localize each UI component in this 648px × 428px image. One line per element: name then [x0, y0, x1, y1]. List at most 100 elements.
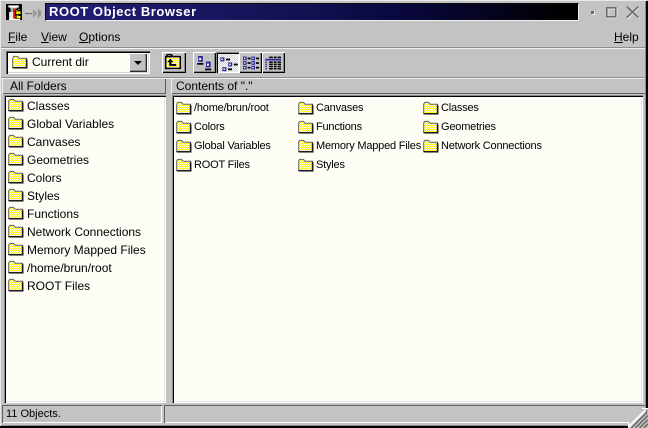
root-object-browser-window: ROOT Object Browser File View Options He… [0, 0, 648, 428]
folder-icon [176, 120, 192, 134]
folder-icon [423, 101, 439, 115]
menu-view[interactable]: View [41, 28, 67, 46]
directory-combobox-value: Current dir [32, 55, 89, 70]
menu-options[interactable]: Options [79, 28, 120, 46]
tree-item[interactable]: ROOT Files [8, 279, 90, 293]
folder-icon [8, 116, 24, 130]
tree-item[interactable]: /home/brun/root [8, 261, 112, 275]
tree-item[interactable]: Styles [8, 189, 60, 203]
tree-item[interactable]: Memory Mapped Files [8, 243, 146, 257]
tree-item-label: Functions [27, 207, 79, 221]
statusbar-section [164, 405, 646, 423]
list-item[interactable]: Network Connections [423, 139, 542, 153]
folder-icon [8, 224, 24, 238]
folder-icon [12, 55, 28, 69]
combobox-dropdown-button[interactable] [129, 53, 147, 72]
folder-icon [298, 139, 314, 153]
list-view-button[interactable] [239, 52, 262, 73]
list-item[interactable]: Geometries [423, 120, 496, 134]
tree-item-label: ROOT Files [27, 279, 90, 293]
list-item[interactable]: Global Variables [176, 139, 271, 153]
statusbar-objects: 11 Objects. [2, 405, 162, 423]
list-item-label: Classes [441, 101, 479, 115]
list-item-label: Global Variables [194, 139, 271, 153]
folder-icon [298, 101, 314, 115]
folder-icon [298, 158, 314, 172]
statusbar-text: 11 Objects. [6, 408, 61, 420]
left-panel-title: All Folders [10, 79, 67, 93]
tree-item-label: Canvases [27, 135, 80, 149]
small-icons-icon [216, 52, 239, 73]
list-item[interactable]: Functions [298, 120, 362, 134]
tree-item-label: Network Connections [27, 225, 141, 239]
folder-icon [8, 206, 24, 220]
tree-item-label: /home/brun/root [27, 261, 112, 275]
menu-help[interactable]: Help [614, 28, 639, 46]
list-item[interactable]: Memory Mapped Files [298, 139, 421, 153]
resize-grip[interactable] [628, 408, 648, 428]
minimize-dot-icon[interactable] [591, 11, 594, 14]
list-item[interactable]: ROOT Files [176, 158, 250, 172]
close-x-icon[interactable] [625, 5, 641, 20]
list-item-label: Memory Mapped Files [316, 139, 421, 153]
chevron-down-icon [134, 61, 142, 65]
folder-icon [176, 139, 192, 153]
small-icons-button[interactable] [216, 52, 239, 73]
list-item[interactable]: /home/brun/root [176, 101, 269, 115]
list-item[interactable]: Colors [176, 120, 225, 134]
right-panel-title: Contents of "." [176, 79, 253, 93]
large-icons-icon [193, 52, 216, 73]
list-item[interactable]: Canvases [298, 101, 363, 115]
folder-icon [176, 101, 192, 115]
folder-icon [298, 120, 314, 134]
tree-item[interactable]: Functions [8, 207, 79, 221]
list-item-label: Network Connections [441, 139, 542, 153]
list-item-label: ROOT Files [194, 158, 250, 172]
tree-item-label: Classes [27, 99, 70, 113]
folder-icon [8, 98, 24, 112]
folder-icon [8, 278, 24, 292]
maximize-square-icon[interactable] [605, 6, 619, 20]
folder-icon [8, 170, 24, 184]
tree-item-label: Global Variables [27, 117, 114, 131]
list-item-label: /home/brun/root [194, 101, 269, 115]
list-item-label: Functions [316, 120, 362, 134]
tree-item[interactable]: Classes [8, 99, 70, 113]
window-title: ROOT Object Browser [49, 4, 197, 20]
window-edge [0, 0, 1, 427]
tree-item-label: Memory Mapped Files [27, 243, 146, 257]
folder-icon [8, 188, 24, 202]
folder-icon [8, 152, 24, 166]
folders-tree: Classes Global Variables Canvases Geomet… [4, 95, 166, 403]
folder-icon [423, 139, 439, 153]
directory-combobox[interactable]: Current dir [6, 51, 150, 74]
tree-item-label: Geometries [27, 153, 89, 167]
tree-item[interactable]: Canvases [8, 135, 80, 149]
toolbar: Current dir [0, 48, 648, 77]
large-icons-button[interactable] [193, 52, 216, 73]
tree-item[interactable]: Global Variables [8, 117, 114, 131]
titlebar-band[interactable]: ROOT Object Browser [45, 3, 579, 21]
pushpin-icon[interactable] [25, 7, 41, 19]
list-item-label: Colors [194, 120, 225, 134]
list-view-icon [239, 52, 262, 73]
up-one-level-button[interactable] [162, 52, 186, 73]
menu-file[interactable]: File [8, 28, 27, 46]
root-browser-icon [6, 4, 22, 20]
window-edge [0, 0, 647, 1]
tree-item[interactable]: Geometries [8, 153, 89, 167]
titlebar: ROOT Object Browser [0, 0, 648, 28]
details-view-icon [262, 52, 285, 73]
menubar: File View Options Help [0, 28, 648, 46]
tree-item-label: Styles [27, 189, 60, 203]
list-item-label: Geometries [441, 120, 496, 134]
list-item[interactable]: Styles [298, 158, 345, 172]
folder-icon [8, 134, 24, 148]
list-item[interactable]: Classes [423, 101, 479, 115]
right-panel-header: Contents of "." [171, 78, 646, 94]
details-view-button[interactable] [262, 52, 285, 73]
tree-item[interactable]: Network Connections [8, 225, 141, 239]
folder-icon [176, 158, 192, 172]
tree-item[interactable]: Colors [8, 171, 62, 185]
list-item-label: Styles [316, 158, 345, 172]
